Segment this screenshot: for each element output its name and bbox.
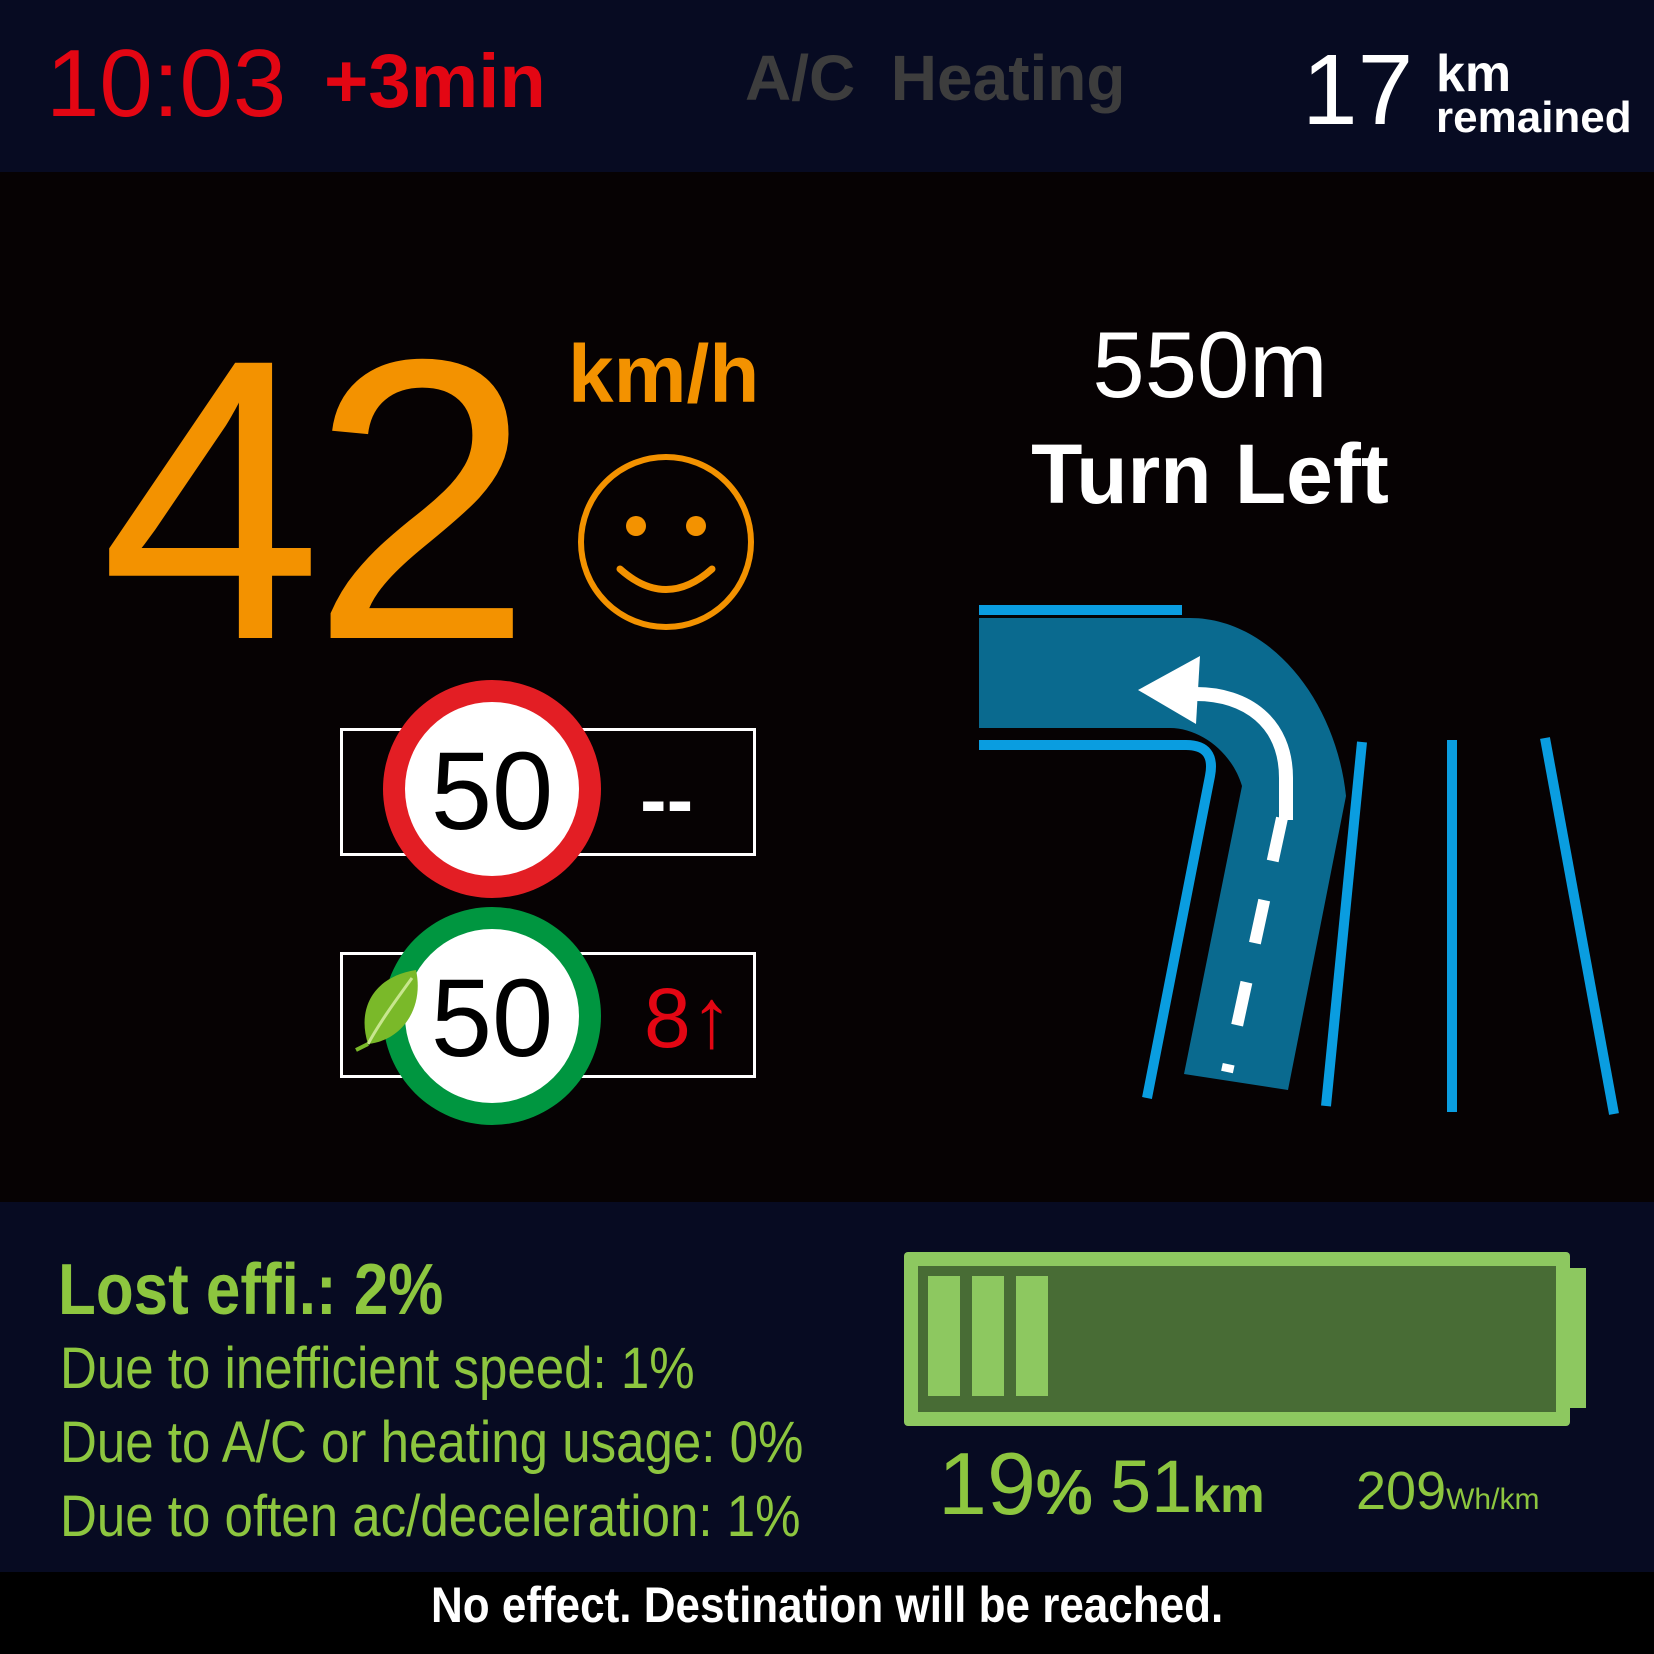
battery-percent: 19% — [938, 1440, 1093, 1528]
battery-range: 51km — [1110, 1450, 1265, 1524]
reason-climate-label: Due to A/C or heating usage: 0% — [60, 1410, 804, 1475]
arrow-up-icon: ↑ — [690, 971, 733, 1065]
climate-indicator[interactable]: A/C Heating — [745, 46, 1125, 110]
lost-efficiency: Lost effi.: 2% — [58, 1254, 506, 1326]
current-speed: 42 — [100, 276, 533, 723]
maneuver-distance: 550m — [1092, 312, 1328, 417]
footer-message: No effect. Destination will be reached. — [0, 1580, 1654, 1630]
smiley-face-icon — [578, 454, 754, 630]
remaining-distance-value: 17 — [1302, 34, 1414, 146]
battery-charge-bar — [972, 1276, 1004, 1396]
battery-percent-sign: % — [1035, 1456, 1093, 1528]
eco-speed-value: 50 — [430, 957, 554, 1080]
speed-limit-delta: -- — [640, 755, 694, 844]
battery-charge-bars — [928, 1276, 1538, 1396]
battery-range-value: 51 — [1110, 1445, 1193, 1528]
leaf-icon — [355, 970, 418, 1052]
reason-acceleration: Due to often ac/deceleration: 1% — [60, 1488, 902, 1546]
reason-speed: Due to inefficient speed: 1% — [60, 1340, 781, 1398]
turn-left-arrow-icon — [979, 605, 1619, 1115]
battery-charge-bar — [1016, 1276, 1048, 1396]
battery-percent-value: 19 — [938, 1434, 1036, 1533]
eco-speed-delta-value: 8 — [644, 971, 691, 1065]
battery-terminal — [1568, 1268, 1586, 1408]
footer-message-text: No effect. Destination will be reached. — [430, 1577, 1224, 1633]
speed-unit: km/h — [568, 329, 760, 420]
reason-climate: Due to A/C or heating usage: 0% — [60, 1414, 905, 1472]
arrival-delay: +3min — [324, 39, 546, 124]
clock-time: 10:03 — [46, 30, 287, 137]
battery-range-unit: km — [1192, 1467, 1265, 1523]
energy-consumption: 209Wh/km — [1356, 1464, 1539, 1518]
reason-speed-label: Due to inefficient speed: 1% — [60, 1336, 695, 1401]
consumption-unit: Wh/km — [1446, 1483, 1540, 1516]
lost-efficiency-label: Lost effi.: 2% — [58, 1250, 444, 1330]
speed-limit-value: 50 — [430, 730, 554, 853]
remaining-distance-label: remained — [1436, 93, 1632, 142]
reason-acceleration-label: Due to often ac/deceleration: 1% — [60, 1484, 801, 1549]
status-bar: 10:03 +3min A/C Heating 17 km remained — [0, 0, 1654, 172]
battery-charge-bar — [928, 1276, 960, 1396]
maneuver-instruction: Turn Left — [1031, 427, 1389, 521]
consumption-value: 209 — [1356, 1461, 1447, 1521]
eco-speed-delta: 8↑ — [644, 976, 733, 1060]
